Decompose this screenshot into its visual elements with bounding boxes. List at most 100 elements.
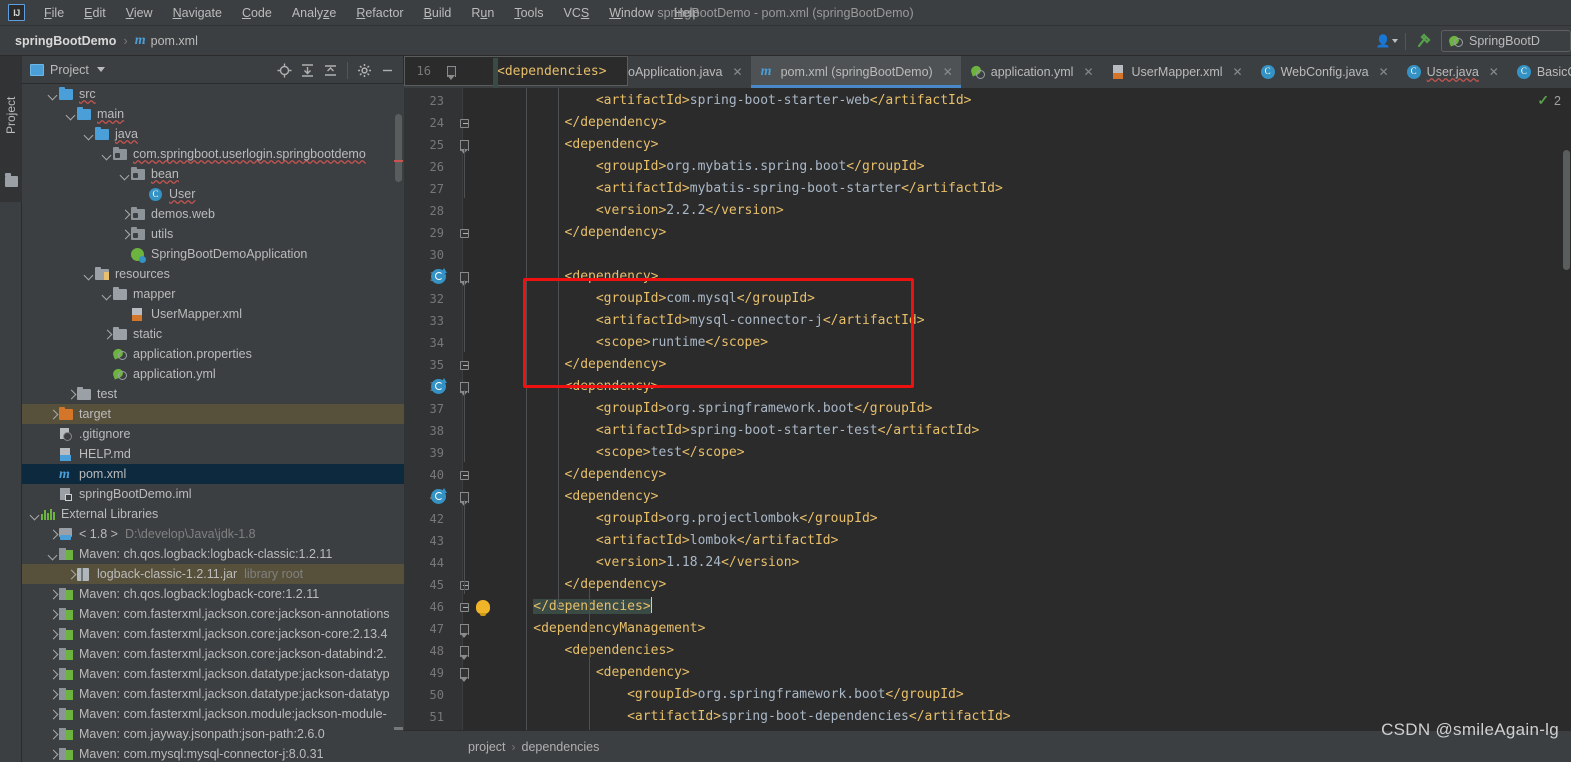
tree-node[interactable]: Maven: ch.qos.logback:logback-classic:1.… xyxy=(22,544,404,564)
tree-node[interactable]: HELP.md xyxy=(22,444,404,464)
tree-node[interactable]: Maven: com.fasterxml.jackson.module:jack… xyxy=(22,704,404,724)
tree-node[interactable]: src xyxy=(22,84,404,104)
tree-node[interactable]: Maven: ch.qos.logback:logback-core:1.2.1… xyxy=(22,584,404,604)
tree-twisty-right-icon[interactable] xyxy=(48,629,59,640)
scrollbar-thumb[interactable] xyxy=(1563,150,1570,270)
tree-node[interactable]: main xyxy=(22,104,404,124)
tree-node[interactable]: .gitignore xyxy=(22,424,404,444)
breadcrumb-trail[interactable]: project›dependencies xyxy=(468,740,599,754)
tree-twisty-right-icon[interactable] xyxy=(48,729,59,740)
close-icon[interactable]: ✕ xyxy=(1379,65,1389,79)
user-account-icon[interactable]: 👤 xyxy=(1374,30,1400,52)
tree-node[interactable]: Maven: com.mysql:mysql-connector-j:8.0.3… xyxy=(22,744,404,762)
menu-item-tools[interactable]: Tools xyxy=(504,0,553,26)
menu-item-view[interactable]: View xyxy=(116,0,163,26)
editor-tab[interactable]: CUser.java✕ xyxy=(1397,56,1507,88)
menu-bar[interactable]: FileEditViewNavigateCodeAnalyzeRefactorB… xyxy=(34,0,709,26)
tree-node[interactable]: utils xyxy=(22,224,404,244)
tree-twisty-down-icon[interactable] xyxy=(30,509,41,520)
breadcrumb-project[interactable]: springBootDemo xyxy=(11,33,120,49)
menu-item-vcs[interactable]: VCS xyxy=(554,0,600,26)
tree-node[interactable]: springBootDemo.iml xyxy=(22,484,404,504)
menu-item-help[interactable]: Help xyxy=(664,0,710,26)
chevron-down-icon[interactable] xyxy=(97,67,105,72)
tree-node[interactable]: target xyxy=(22,404,404,424)
menu-item-run[interactable]: Run xyxy=(461,0,504,26)
tree-node[interactable]: Maven: com.fasterxml.jackson.core:jackso… xyxy=(22,604,404,624)
tree-node[interactable]: CUser xyxy=(22,184,404,204)
tree-twisty-right-icon[interactable] xyxy=(120,229,131,240)
breadcrumb-item[interactable]: dependencies xyxy=(522,740,600,754)
tree-twisty-right-icon[interactable] xyxy=(66,389,77,400)
tree-twisty-right-icon[interactable] xyxy=(66,569,77,580)
tree-twisty-down-icon[interactable] xyxy=(102,289,113,300)
tree-node[interactable]: bean xyxy=(22,164,404,184)
code-editor[interactable]: 2324252627282930313233343536373839404142… xyxy=(404,88,1571,730)
tree-node[interactable]: com.springboot.userlogin.springbootdemo xyxy=(22,144,404,164)
tree-node[interactable]: < 1.8 >D:\develop\Java\jdk-1.8 xyxy=(22,524,404,544)
tree-twisty-right-icon[interactable] xyxy=(48,709,59,720)
tree-twisty-down-icon[interactable] xyxy=(120,169,131,180)
tree-node[interactable]: java xyxy=(22,124,404,144)
editor-tab[interactable]: application.yml✕ xyxy=(961,56,1102,88)
tree-twisty-right-icon[interactable] xyxy=(48,529,59,540)
menu-item-edit[interactable]: Edit xyxy=(74,0,116,26)
tree-node[interactable]: Maven: com.fasterxml.jackson.datatype:ja… xyxy=(22,664,404,684)
locate-target-icon[interactable] xyxy=(273,59,296,82)
collapse-all-icon[interactable] xyxy=(319,59,342,82)
editor-tab[interactable]: mpom.xml (springBootDemo)✕ xyxy=(751,56,961,88)
tree-node[interactable]: application.properties xyxy=(22,344,404,364)
tree-node[interactable]: Maven: com.fasterxml.jackson.core:jackso… xyxy=(22,644,404,664)
tree-node[interactable]: static xyxy=(22,324,404,344)
maven-download-icon[interactable] xyxy=(431,379,446,394)
tree-twisty-down-icon[interactable] xyxy=(102,149,113,160)
tree-node[interactable]: Maven: com.jayway.jsonpath:json-path:2.6… xyxy=(22,724,404,744)
close-icon[interactable]: ✕ xyxy=(943,65,953,79)
tree-node[interactable]: mpom.xml xyxy=(22,464,404,484)
tree-node[interactable]: SpringBootDemoApplication xyxy=(22,244,404,264)
editor-tab[interactable]: CBasicCon xyxy=(1507,56,1571,88)
tool-strip-project-button[interactable]: Project xyxy=(0,56,22,202)
tree-twisty-down-icon[interactable] xyxy=(48,549,59,560)
tree-twisty-right-icon[interactable] xyxy=(48,669,59,680)
build-hammer-icon[interactable] xyxy=(1411,30,1437,52)
breadcrumb-item[interactable]: project xyxy=(468,740,506,754)
gear-icon[interactable] xyxy=(353,59,376,82)
tree-node[interactable]: External Libraries xyxy=(22,504,404,524)
maven-download-icon[interactable] xyxy=(431,269,446,284)
run-configuration-selector[interactable]: SpringBootD xyxy=(1441,30,1571,52)
menu-item-build[interactable]: Build xyxy=(414,0,462,26)
project-tree[interactable]: srcmainjavacom.springboot.userlogin.spri… xyxy=(22,84,404,762)
tree-node[interactable]: UserMapper.xml xyxy=(22,304,404,324)
tree-twisty-right-icon[interactable] xyxy=(48,649,59,660)
tree-twisty-right-icon[interactable] xyxy=(48,689,59,700)
tree-twisty-down-icon[interactable] xyxy=(84,129,95,140)
editor-vertical-scrollbar[interactable] xyxy=(1561,88,1571,730)
expand-all-icon[interactable] xyxy=(296,59,319,82)
tree-twisty-down-icon[interactable] xyxy=(66,109,77,120)
close-icon[interactable]: ✕ xyxy=(1083,65,1093,79)
menu-item-navigate[interactable]: Navigate xyxy=(163,0,232,26)
tree-twisty-down-icon[interactable] xyxy=(84,269,95,280)
tree-twisty-right-icon[interactable] xyxy=(48,409,59,420)
tree-node[interactable]: logback-classic-1.2.11.jarlibrary root xyxy=(22,564,404,584)
code-text[interactable]: <artifactId>spring-boot-starter-web</art… xyxy=(463,88,1571,730)
menu-item-file[interactable]: File xyxy=(34,0,74,26)
tree-node[interactable]: Maven: com.fasterxml.jackson.datatype:ja… xyxy=(22,684,404,704)
editor-tab[interactable]: UserMapper.xml✕ xyxy=(1102,56,1251,88)
minimize-icon[interactable] xyxy=(376,59,399,82)
tree-twisty-right-icon[interactable] xyxy=(48,589,59,600)
tree-twisty-right-icon[interactable] xyxy=(102,329,113,340)
tree-twisty-right-icon[interactable] xyxy=(48,609,59,620)
menu-item-window[interactable]: Window xyxy=(599,0,663,26)
maven-download-icon[interactable] xyxy=(431,489,446,504)
tree-node[interactable]: mapper xyxy=(22,284,404,304)
editor-tab[interactable]: CWebConfig.java✕ xyxy=(1251,56,1397,88)
tree-node[interactable]: test xyxy=(22,384,404,404)
project-tree-scrollbar[interactable] xyxy=(395,114,402,182)
tree-twisty-right-icon[interactable] xyxy=(48,749,59,760)
menu-item-analyze[interactable]: Analyze xyxy=(282,0,346,26)
breadcrumb-file[interactable]: m pom.xml xyxy=(131,32,202,50)
inspection-widget[interactable]: ✓ 2 xyxy=(1537,92,1561,109)
tree-node[interactable]: resources xyxy=(22,264,404,284)
